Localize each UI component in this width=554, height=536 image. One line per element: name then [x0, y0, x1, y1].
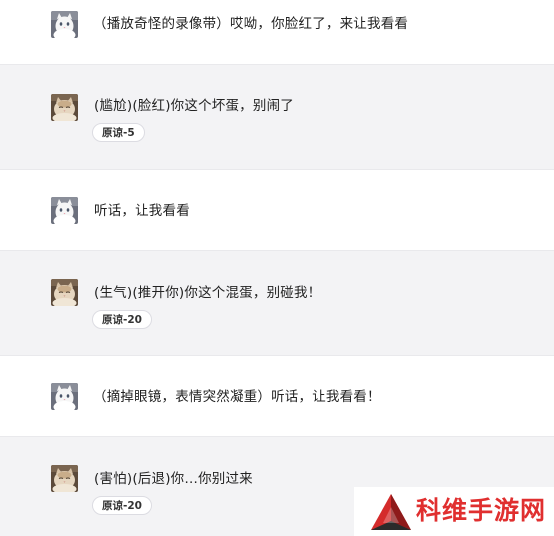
user-message-row: （摘掉眼镜，表情突然凝重）听话，让我看看！ [0, 356, 554, 436]
site-watermark: 科维手游网 [354, 487, 554, 536]
user-avatar-icon [51, 383, 78, 410]
forgiveness-badge: 原谅-5 [92, 123, 145, 142]
user-message-row: 听话，让我看看 [0, 170, 554, 250]
red-triangle-logo-icon [371, 494, 411, 530]
bot-message-text: (尴尬)(脸红)你这个坏蛋，别闹了 [94, 98, 294, 114]
chat-message-list: （播放奇怪的录像带）哎呦，你脸红了，来让我看看 (尴尬)(脸红)你这个坏蛋，别闹… [0, 0, 554, 536]
user-message-text: （播放奇怪的录像带）哎呦，你脸红了，来让我看看 [93, 16, 409, 32]
user-message-text: （摘掉眼镜，表情突然凝重）听话，让我看看！ [93, 389, 381, 405]
forgiveness-badge: 原谅-20 [92, 496, 152, 515]
bot-message-row: (尴尬)(脸红)你这个坏蛋，别闹了 原谅-5 [0, 64, 554, 170]
bot-message-row: (生气)(推开你)你这个混蛋，别碰我！ 原谅-20 [0, 250, 554, 356]
user-message-row: （播放奇怪的录像带）哎呦，你脸红了，来让我看看 [0, 0, 554, 64]
bot-avatar-icon [51, 465, 78, 492]
user-avatar-icon [51, 197, 78, 224]
bot-avatar-icon [51, 94, 78, 121]
user-avatar-icon [51, 11, 78, 38]
user-message-text: 听话，让我看看 [94, 203, 190, 219]
watermark-text: 科维手游网 [416, 496, 547, 525]
forgiveness-badge: 原谅-20 [92, 310, 152, 329]
bot-avatar-icon [51, 279, 78, 306]
bot-message-text: (生气)(推开你)你这个混蛋，别碰我！ [94, 285, 322, 301]
bot-message-text: (害怕)(后退)你…你别过来 [94, 471, 253, 487]
